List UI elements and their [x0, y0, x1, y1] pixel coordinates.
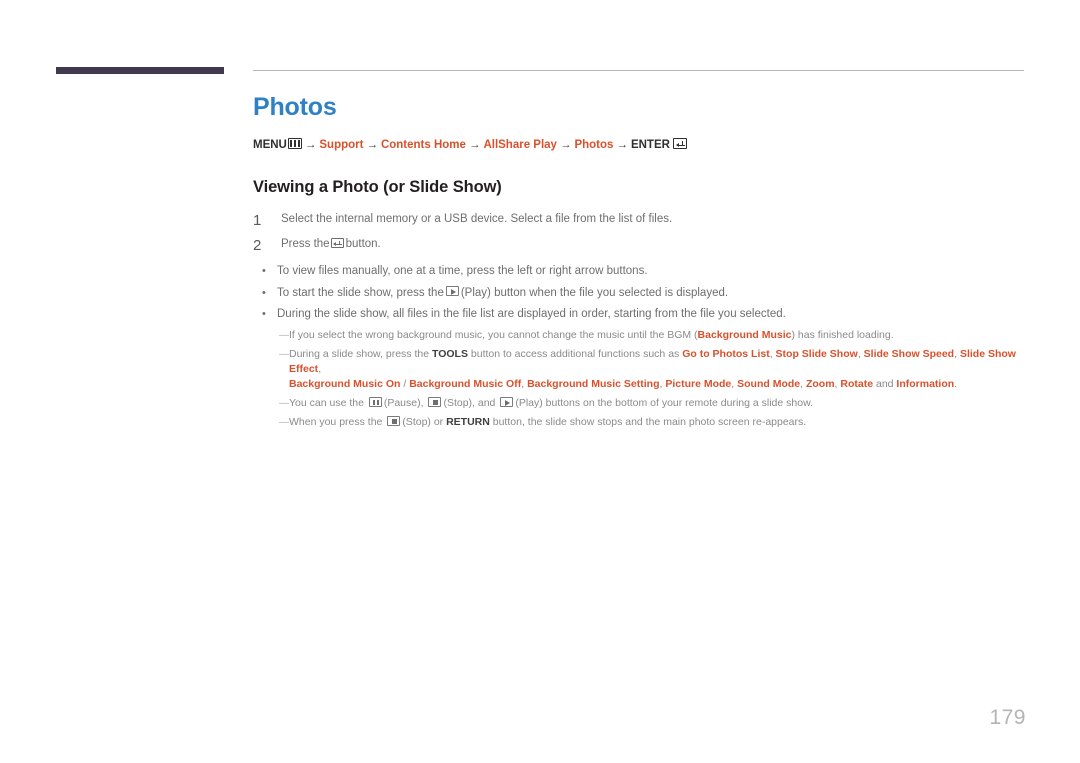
- step-item: 1 Select the internal memory or a USB de…: [253, 212, 1043, 228]
- note-text-part: (Play) buttons on the bottom of your rem…: [515, 396, 813, 409]
- play-button-icon: [445, 286, 459, 297]
- note-text-part: (Stop) or: [402, 415, 447, 428]
- bullet-text-before: To start the slide show, press the: [277, 286, 444, 299]
- note-text-part: (Pause),: [383, 396, 427, 409]
- breadcrumb-arrow: →: [468, 139, 481, 151]
- note-function-name: Stop Slide Show: [775, 347, 858, 360]
- bullet-item: • During the slide show, all files in th…: [253, 306, 1043, 322]
- page-title: Photos: [253, 93, 337, 121]
- note-dash-marker: —: [279, 416, 289, 428]
- note-function-name: Information: [896, 377, 955, 390]
- enter-return-icon: [330, 237, 344, 248]
- sub-note-item: — If you select the wrong background mus…: [253, 328, 1043, 343]
- breadcrumb-enter-label: ENTER: [630, 139, 670, 151]
- breadcrumb-arrow: →: [616, 139, 628, 151]
- note-text-part: You can use the: [289, 396, 367, 409]
- note-function-name: Go to Photos List: [682, 347, 770, 360]
- note-key-term: RETURN: [446, 415, 490, 428]
- note-function-name: Sound Mode: [737, 377, 801, 390]
- steps-list: 1 Select the internal memory or a USB de…: [253, 212, 1043, 253]
- note-text: During a slide show, press the TOOLS but…: [289, 347, 1016, 390]
- note-function-name: Picture Mode: [665, 377, 732, 390]
- header-accent-bar: [56, 67, 224, 74]
- play-button-icon: [500, 396, 514, 407]
- stop-button-icon: [428, 396, 442, 407]
- bullet-text: To start the slide show, press the (Play)…: [277, 285, 728, 301]
- bullet-text-after: (Play) button when the file you selected…: [460, 286, 729, 299]
- breadcrumb-item-contents-home[interactable]: Contents Home: [381, 139, 466, 151]
- sub-note-item: — During a slide show, press the TOOLS b…: [253, 347, 1043, 392]
- note-function-name: Background Music Off: [409, 377, 522, 390]
- note-text-part: ) has finished loading.: [791, 328, 894, 341]
- section-heading: Viewing a Photo (or Slide Show): [253, 178, 502, 196]
- step-text-before: Press the: [281, 238, 330, 250]
- note-function-name: Zoom: [805, 377, 835, 390]
- page-number: 179: [989, 706, 1026, 729]
- step-text: Select the internal memory or a USB devi…: [281, 213, 673, 225]
- note-dash-marker: —: [279, 397, 289, 409]
- note-function-separator: /: [400, 377, 410, 390]
- note-function-name: Background Music Setting: [527, 377, 660, 390]
- note-dash-marker: —: [279, 348, 289, 360]
- note-text: When you press the (Stop) or RETURN butt…: [289, 415, 806, 430]
- breadcrumb-menu-label: MENU: [253, 139, 287, 151]
- breadcrumb-item-photos[interactable]: Photos: [574, 139, 613, 151]
- note-key-term: TOOLS: [432, 347, 468, 360]
- step-number: 1: [253, 212, 262, 229]
- sub-note-item: — When you press the (Stop) or RETURN bu…: [253, 415, 1043, 430]
- breadcrumb-arrow: →: [304, 139, 317, 151]
- breadcrumb-item-allshare-play[interactable]: AllShare Play: [483, 139, 557, 151]
- page-header-rules: [0, 67, 1080, 77]
- bullet-marker: •: [262, 265, 266, 277]
- note-function-name: Rotate: [840, 377, 874, 390]
- header-divider-rule: [253, 70, 1024, 71]
- sub-notes-list: — If you select the wrong background mus…: [253, 328, 1043, 430]
- bullet-item: • To start the slide show, press the (Pla…: [253, 285, 1043, 301]
- enter-return-icon: [672, 138, 687, 150]
- sub-note-item: — You can use the (Pause), (Stop), and (…: [253, 396, 1043, 411]
- bullet-item: • To view files manually, one at a time,…: [253, 263, 1043, 279]
- breadcrumb-arrow: →: [559, 139, 572, 151]
- stop-button-icon: [387, 415, 401, 426]
- step-number: 2: [253, 237, 262, 254]
- bullet-marker: •: [262, 286, 266, 299]
- menu-bars-icon: [287, 138, 302, 150]
- note-text-part: .: [954, 377, 958, 390]
- note-and-word: and: [873, 377, 897, 390]
- step-text: Press the button.: [281, 237, 381, 252]
- note-function-name: Background Music On: [289, 377, 401, 390]
- note-dash-marker: —: [279, 329, 289, 341]
- breadcrumb-arrow: →: [366, 139, 378, 151]
- breadcrumb: MENU → Support → Contents Home → AllShare Play…: [253, 137, 1043, 153]
- step-text-after: button.: [345, 238, 381, 250]
- note-text-part: During a slide show, press the: [289, 347, 432, 360]
- bullet-marker: •: [262, 308, 266, 320]
- note-text-part: button to access additional functions su…: [467, 347, 683, 360]
- step-item: 2 Press the button.: [253, 237, 1043, 253]
- note-text-part: If you select the wrong background music…: [289, 328, 698, 341]
- pause-button-icon: [368, 396, 382, 407]
- breadcrumb-item-support[interactable]: Support: [319, 139, 363, 151]
- note-text: If you select the wrong background music…: [289, 328, 894, 343]
- page-content: Photos MENU → Support → Contents Home → AllSha…: [253, 92, 1043, 434]
- bullet-text: To view files manually, one at a time, p…: [277, 265, 648, 277]
- note-text-part: When you press the: [289, 415, 386, 428]
- note-text: You can use the (Pause), (Stop), and (Pl…: [289, 396, 813, 411]
- note-text-part: (Stop), and: [443, 396, 499, 409]
- note-function-name: Slide Show Speed: [863, 347, 955, 360]
- bullet-text: During the slide show, all files in the …: [277, 308, 786, 320]
- bullet-list: • To view files manually, one at a time,…: [253, 263, 1043, 322]
- note-text-part: button, the slide show stops and the mai…: [489, 415, 807, 428]
- note-highlight-term: Background Music: [697, 328, 792, 341]
